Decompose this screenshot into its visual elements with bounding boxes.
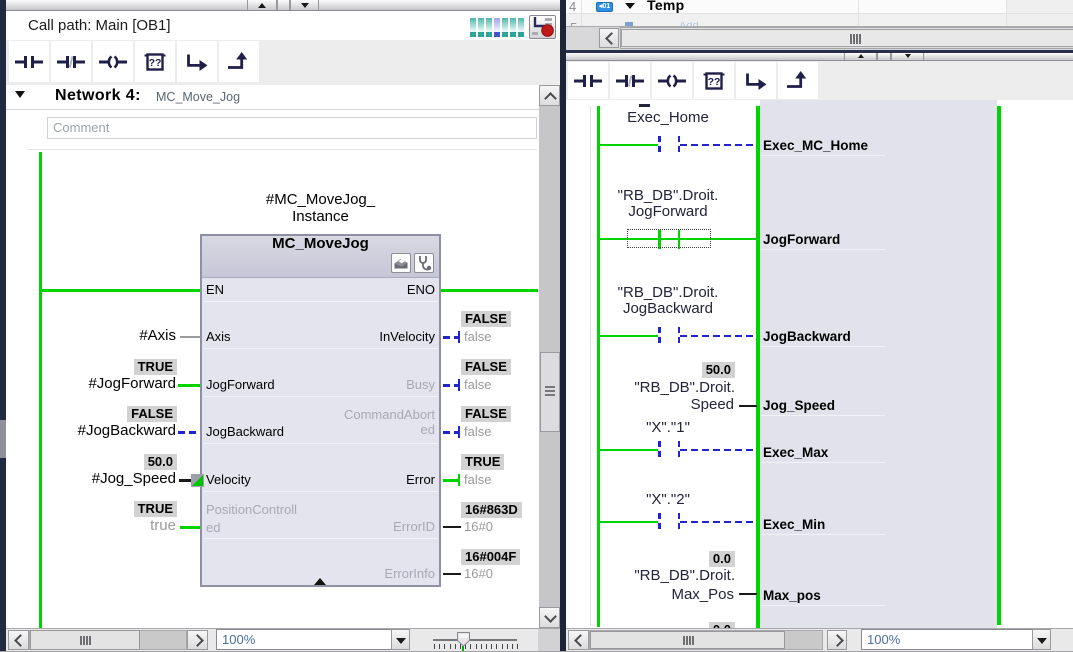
svg-text:??: ?? [708,76,721,88]
svg-text:??: ?? [149,57,162,69]
